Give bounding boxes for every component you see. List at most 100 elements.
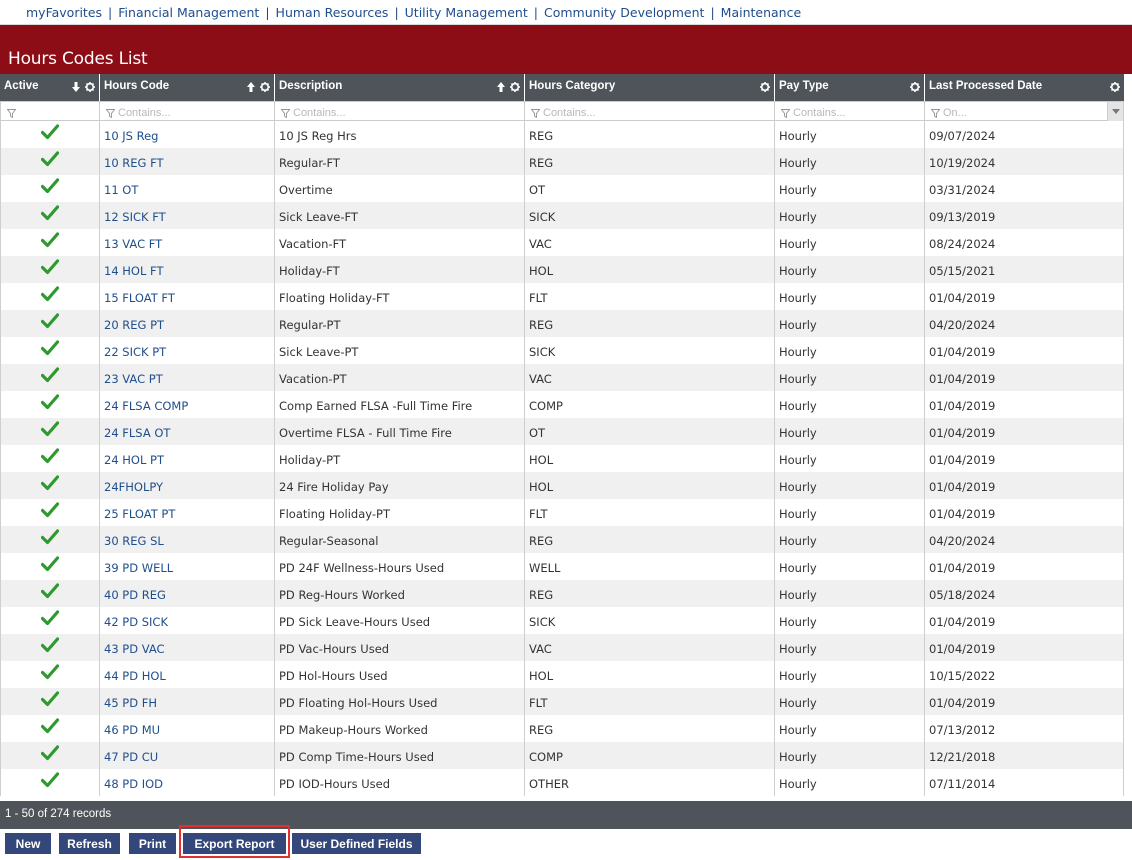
- filter-placeholder[interactable]: Contains...: [543, 107, 596, 119]
- gear-icon[interactable]: [910, 82, 920, 92]
- hours-code-link[interactable]: 39 PD WELL: [100, 553, 275, 580]
- table-row[interactable]: 23 VAC PT Vacation-PT VAC Hourly 01/04/2019: [0, 364, 1124, 391]
- filter-funnel-icon[interactable]: [7, 108, 16, 118]
- sort-up-arrow-icon[interactable]: [247, 82, 255, 92]
- table-row[interactable]: 15 FLOAT FT Floating Holiday-FT FLT Hourly 0…: [0, 283, 1124, 310]
- filter-cell[interactable]: On...: [925, 101, 1124, 121]
- table-row[interactable]: 24FHOLPY 24 Fire Holiday Pay HOL Hourly 01/0…: [0, 472, 1124, 499]
- table-row[interactable]: 13 VAC FT Vacation-FT VAC Hourly 08/24/2024: [0, 229, 1124, 256]
- gear-icon[interactable]: [760, 82, 770, 92]
- hours-code-link[interactable]: 44 PD HOL: [100, 661, 275, 688]
- grid-body[interactable]: 10 JS Reg 10 JS Reg Hrs REG Hourly 09/07/202…: [0, 121, 1124, 803]
- last-processed-date-cell: 10/15/2022: [925, 661, 1124, 688]
- hours-code-link[interactable]: 10 JS Reg: [100, 121, 275, 148]
- table-row[interactable]: 40 PD REG PD Reg-Hours Worked REG Hourly 05/…: [0, 580, 1124, 607]
- hours-code-link[interactable]: 30 REG SL: [100, 526, 275, 553]
- hours-code-link[interactable]: 12 SICK FT: [100, 202, 275, 229]
- hours-code-link[interactable]: 14 HOL FT: [100, 256, 275, 283]
- table-row[interactable]: 14 HOL FT Holiday-FT HOL Hourly 05/15/2021: [0, 256, 1124, 283]
- new-button[interactable]: New: [5, 833, 51, 854]
- filter-cell[interactable]: Contains...: [275, 101, 525, 121]
- hours-code-link[interactable]: 24FHOLPY: [100, 472, 275, 499]
- table-row[interactable]: 39 PD WELL PD 24F Wellness-Hours Used WELL…: [0, 553, 1124, 580]
- table-row[interactable]: 46 PD MU PD Makeup-Hours Worked REG Hourly 0…: [0, 715, 1124, 742]
- filter-funnel-icon[interactable]: [281, 108, 290, 118]
- table-row[interactable]: 44 PD HOL PD Hol-Hours Used HOL Hourly 10/15…: [0, 661, 1124, 688]
- table-row[interactable]: 10 REG FT Regular-FT REG Hourly 10/19/2024: [0, 148, 1124, 175]
- column-header-last-processed-date[interactable]: Last Processed Date: [925, 74, 1124, 101]
- hours-code-link[interactable]: 24 FLSA COMP: [100, 391, 275, 418]
- table-row[interactable]: 12 SICK FT Sick Leave-FT SICK Hourly 09/13/2…: [0, 202, 1124, 229]
- print-button[interactable]: Print: [129, 833, 176, 854]
- nav-utility-management[interactable]: Utility Management: [405, 5, 528, 20]
- pay-type-cell: Hourly: [775, 499, 925, 526]
- column-header-hours-category[interactable]: Hours Category: [525, 74, 775, 101]
- table-row[interactable]: 45 PD FH PD Floating Hol-Hours Used FLT Hou…: [0, 688, 1124, 715]
- table-row[interactable]: 22 SICK PT Sick Leave-PT SICK Hourly 01/04/2…: [0, 337, 1124, 364]
- refresh-button[interactable]: Refresh: [59, 833, 120, 854]
- table-row[interactable]: 10 JS Reg 10 JS Reg Hrs REG Hourly 09/07/202…: [0, 121, 1124, 148]
- hours-code-link[interactable]: 23 VAC PT: [100, 364, 275, 391]
- filter-funnel-icon[interactable]: [931, 108, 940, 118]
- table-row[interactable]: 47 PD CU PD Comp Time-Hours Used COMP Hourl…: [0, 742, 1124, 769]
- hours-code-link[interactable]: 22 SICK PT: [100, 337, 275, 364]
- filter-placeholder[interactable]: Contains...: [118, 107, 171, 119]
- nav-human-resources[interactable]: Human Resources: [276, 5, 389, 20]
- filter-funnel-icon[interactable]: [781, 108, 790, 118]
- column-header-description[interactable]: Description: [275, 74, 525, 101]
- table-row[interactable]: 11 OT Overtime OT Hourly 03/31/2024: [0, 175, 1124, 202]
- filter-cell[interactable]: Contains...: [775, 101, 925, 121]
- date-filter-dropdown-button[interactable]: [1107, 102, 1123, 121]
- filter-placeholder[interactable]: On...: [943, 107, 967, 119]
- user-defined-fields-button[interactable]: User Defined Fields: [292, 833, 421, 854]
- filter-placeholder[interactable]: Contains...: [793, 107, 846, 119]
- hours-code-link[interactable]: 24 FLSA OT: [100, 418, 275, 445]
- nav-community-development[interactable]: Community Development: [544, 5, 704, 20]
- table-row[interactable]: 24 FLSA OT Overtime FLSA - Full Time Fire…: [0, 418, 1124, 445]
- check-icon: [41, 367, 59, 383]
- table-row[interactable]: 24 HOL PT Holiday-PT HOL Hourly 01/04/2019: [0, 445, 1124, 472]
- column-header-active[interactable]: Active: [0, 74, 100, 101]
- gear-icon[interactable]: [260, 82, 270, 92]
- hours-code-link[interactable]: 45 PD FH: [100, 688, 275, 715]
- sort-down-arrow-icon[interactable]: [72, 82, 80, 92]
- nav-maintenance[interactable]: Maintenance: [721, 5, 802, 20]
- filter-cell[interactable]: [0, 101, 100, 121]
- table-row[interactable]: 43 PD VAC PD Vac-Hours Used VAC Hourly 01/04…: [0, 634, 1124, 661]
- column-header-hours-code[interactable]: Hours Code: [100, 74, 275, 101]
- export-report-button[interactable]: Export Report: [183, 833, 286, 854]
- filter-cell[interactable]: Contains...: [525, 101, 775, 121]
- hours-code-link[interactable]: 15 FLOAT FT: [100, 283, 275, 310]
- hours-code-link[interactable]: 47 PD CU: [100, 742, 275, 769]
- hours-code-link[interactable]: 40 PD REG: [100, 580, 275, 607]
- table-row[interactable]: 20 REG PT Regular-PT REG Hourly 04/20/2024: [0, 310, 1124, 337]
- hours-code-link[interactable]: 24 HOL PT: [100, 445, 275, 472]
- hours-code-link[interactable]: 43 PD VAC: [100, 634, 275, 661]
- hours-code-link[interactable]: 13 VAC FT: [100, 229, 275, 256]
- table-row[interactable]: 42 PD SICK PD Sick Leave-Hours Used SICK Ho…: [0, 607, 1124, 634]
- filter-placeholder[interactable]: Contains...: [293, 107, 346, 119]
- hours-code-link[interactable]: 48 PD IOD: [100, 769, 275, 796]
- gear-icon[interactable]: [85, 82, 95, 92]
- gear-icon[interactable]: [510, 82, 520, 92]
- hours-code-link[interactable]: 11 OT: [100, 175, 275, 202]
- hours-code-link[interactable]: 10 REG FT: [100, 148, 275, 175]
- filter-funnel-icon[interactable]: [106, 108, 115, 118]
- nav-financial-management[interactable]: Financial Management: [118, 5, 259, 20]
- nav-myfavorites[interactable]: myFavorites: [26, 5, 102, 20]
- column-header-label: Last Processed Date: [929, 80, 1043, 92]
- table-row[interactable]: 30 REG SL Regular-Seasonal REG Hourly 04/20/…: [0, 526, 1124, 553]
- hours-code-link[interactable]: 42 PD SICK: [100, 607, 275, 634]
- column-header-pay-type[interactable]: Pay Type: [775, 74, 925, 101]
- pay-type-cell: Hourly: [775, 391, 925, 418]
- hours-code-link[interactable]: 20 REG PT: [100, 310, 275, 337]
- gear-icon[interactable]: [1110, 82, 1120, 92]
- table-row[interactable]: 24 FLSA COMP Comp Earned FLSA -Full Time …: [0, 391, 1124, 418]
- sort-up-arrow-icon[interactable]: [497, 82, 505, 92]
- filter-cell[interactable]: Contains...: [100, 101, 275, 121]
- hours-code-link[interactable]: 46 PD MU: [100, 715, 275, 742]
- filter-funnel-icon[interactable]: [531, 108, 540, 118]
- table-row[interactable]: 48 PD IOD PD IOD-Hours Used OTHER Hourly 07/…: [0, 769, 1124, 796]
- hours-code-link[interactable]: 25 FLOAT PT: [100, 499, 275, 526]
- table-row[interactable]: 25 FLOAT PT Floating Holiday-PT FLT Hourly 0…: [0, 499, 1124, 526]
